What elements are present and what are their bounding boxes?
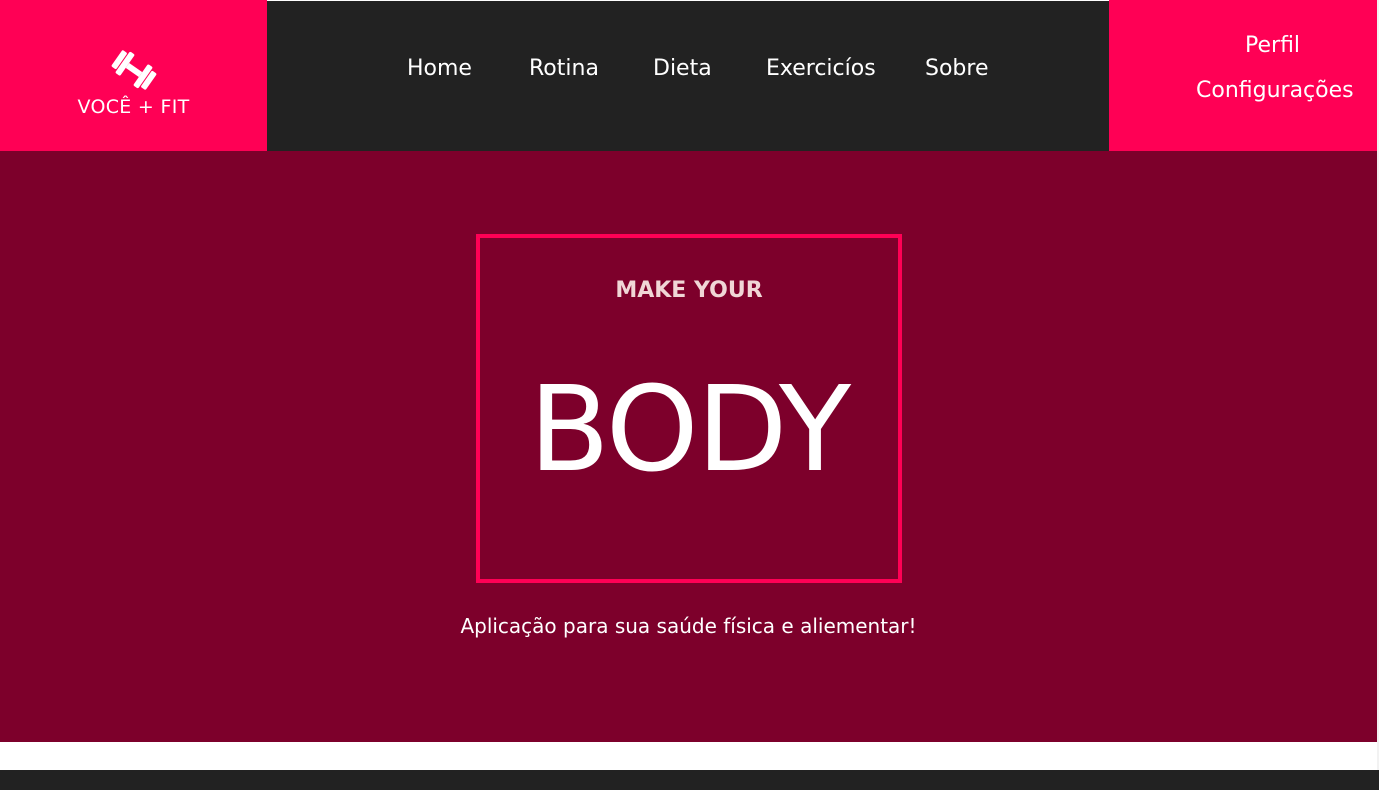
profile-link[interactable]: Perfil bbox=[1245, 33, 1300, 58]
dumbbell-icon bbox=[111, 49, 156, 90]
nav-link-rotina[interactable]: Rotina bbox=[529, 56, 599, 81]
settings-link[interactable]: Configurações bbox=[1196, 78, 1354, 103]
nav-link-home[interactable]: Home bbox=[407, 56, 472, 81]
main-nav: Home Rotina Dieta Exercicíos Sobre bbox=[267, 1, 1109, 151]
user-menu: Perfil Configurações bbox=[1109, 0, 1377, 151]
nav-link-sobre[interactable]: Sobre bbox=[925, 56, 989, 81]
nav-link-dieta[interactable]: Dieta bbox=[653, 56, 712, 81]
brand-logo-link[interactable]: VOCÊ + FIT bbox=[0, 0, 267, 151]
hero-kicker: MAKE YOUR bbox=[615, 278, 763, 303]
site-footer bbox=[0, 770, 1379, 790]
brand-name: VOCÊ + FIT bbox=[77, 95, 190, 118]
hero-title: BODY bbox=[528, 360, 851, 498]
hero-frame: MAKE YOUR BODY bbox=[476, 234, 902, 583]
hero-tagline: Aplicação para sua saúde física e alieme… bbox=[460, 614, 917, 638]
nav-link-exercicios[interactable]: Exercicíos bbox=[766, 56, 876, 81]
section-divider bbox=[0, 742, 1377, 770]
hero-section: MAKE YOUR BODY Aplicação para sua saúde … bbox=[0, 151, 1377, 742]
site-header: VOCÊ + FIT Home Rotina Dieta Exercicíos … bbox=[0, 0, 1379, 151]
